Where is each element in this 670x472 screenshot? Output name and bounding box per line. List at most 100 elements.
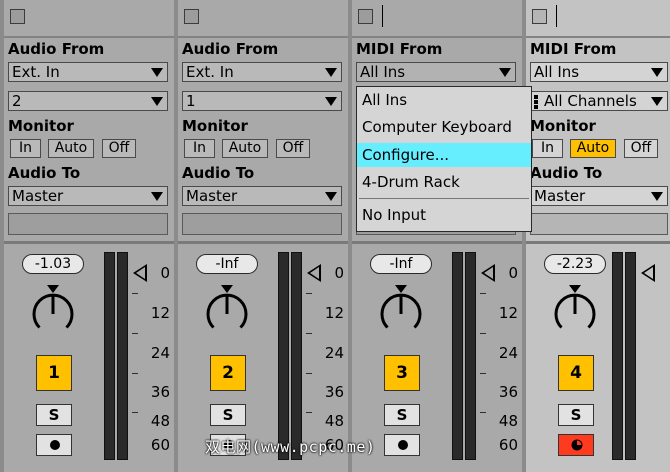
monitor-auto-button[interactable]: Auto <box>222 139 268 158</box>
track-activator-button[interactable]: 2 <box>210 355 246 391</box>
solo-button[interactable]: S <box>210 404 246 426</box>
menu-item-configure[interactable]: Configure... <box>357 143 531 167</box>
output-channel-field[interactable] <box>8 213 168 235</box>
scale-label: 12 <box>324 304 344 322</box>
level-meter-left <box>452 252 463 460</box>
input-channel-value: 2 <box>12 92 22 110</box>
menu-item-computer-keyboard[interactable]: Computer Keyboard <box>357 115 531 139</box>
input-channel-dropdown[interactable]: 2 <box>8 91 168 111</box>
level-meter-right <box>117 252 128 460</box>
track-activator-button[interactable]: 1 <box>36 355 72 391</box>
volume-field[interactable]: -Inf <box>370 254 432 274</box>
dropdown-arrow-icon <box>325 97 337 106</box>
scale-label: 24 <box>498 344 518 362</box>
input-type-dropdown[interactable]: Ext. In <box>182 62 342 82</box>
scale-label: 12 <box>498 304 518 322</box>
clip-stop-button[interactable] <box>184 9 199 24</box>
volume-field[interactable]: -2.23 <box>544 254 606 274</box>
input-type-value: All Ins <box>360 63 406 81</box>
monitor-in-button[interactable]: In <box>10 139 41 158</box>
volume-fader-icon[interactable] <box>133 264 147 282</box>
level-meter-left <box>278 252 289 460</box>
input-label: Audio From <box>182 40 279 58</box>
divider <box>382 5 383 27</box>
monitor-in-button[interactable]: In <box>184 139 215 158</box>
input-channel-dropdown[interactable]: All Channels <box>530 91 668 111</box>
scale-label: 36 <box>324 383 344 401</box>
input-type-value: Ext. In <box>12 63 60 81</box>
divider <box>352 241 522 244</box>
monitor-auto-button[interactable]: Auto <box>570 139 616 158</box>
output-dropdown[interactable]: Master <box>8 186 168 206</box>
track-4: MIDI From All Ins All Channels Monitor I… <box>526 0 670 472</box>
output-dropdown[interactable]: Master <box>182 186 342 206</box>
level-meter-right <box>291 252 302 460</box>
meter-tick <box>306 333 312 334</box>
scale-label: 48 <box>498 412 518 430</box>
input-type-dropdown[interactable]: Ext. In <box>8 62 168 82</box>
scale-label: 0 <box>334 264 344 282</box>
clip-stop-button[interactable] <box>10 9 25 24</box>
solo-button[interactable]: S <box>384 404 420 426</box>
input-type-dropdown[interactable]: All Ins <box>356 62 516 82</box>
arm-button[interactable] <box>558 434 594 456</box>
monitor-off-button[interactable]: Off <box>276 139 310 158</box>
track-activator-button[interactable]: 3 <box>384 355 420 391</box>
midi-from-menu: All Ins Computer Keyboard Configure... 4… <box>356 86 532 232</box>
meter-tick <box>132 373 138 374</box>
output-value: Master <box>12 187 64 205</box>
input-label: MIDI From <box>356 40 443 58</box>
menu-item-drum-rack[interactable]: 4-Drum Rack <box>357 170 531 194</box>
input-channel-dropdown[interactable]: 1 <box>182 91 342 111</box>
clip-slot-bar <box>352 0 522 38</box>
meter-tick <box>480 412 486 413</box>
input-type-value: All Ins <box>534 63 580 81</box>
volume-fader-icon[interactable] <box>307 264 321 282</box>
arm-button[interactable] <box>384 434 420 456</box>
monitor-off-button[interactable]: Off <box>624 139 658 158</box>
input-type-dropdown[interactable]: All Ins <box>530 62 668 82</box>
output-label: Audio To <box>530 164 603 182</box>
meter-tick <box>306 412 312 413</box>
divider <box>556 5 557 27</box>
clip-stop-button[interactable] <box>532 9 547 24</box>
monitor-label: Monitor <box>8 117 74 135</box>
pan-knob[interactable] <box>377 290 425 338</box>
track-2: Audio From Ext. In 1 Monitor In Auto Off… <box>178 0 348 472</box>
pan-knob[interactable] <box>551 290 599 338</box>
volume-fader-icon[interactable] <box>641 264 655 282</box>
output-channel-field[interactable] <box>530 213 668 235</box>
monitor-in-button[interactable]: In <box>532 139 563 158</box>
monitor-auto-button[interactable]: Auto <box>48 139 94 158</box>
output-channel-field[interactable] <box>182 213 342 235</box>
channel-icon <box>534 94 538 110</box>
volume-fader-icon[interactable] <box>481 264 495 282</box>
dropdown-arrow-icon <box>651 192 663 201</box>
volume-field[interactable]: -Inf <box>196 254 258 274</box>
arm-button[interactable] <box>36 434 72 456</box>
meter-tick <box>132 333 138 334</box>
level-meter-left <box>104 252 115 460</box>
volume-field[interactable]: -1.03 <box>22 254 84 274</box>
pan-knob[interactable] <box>29 290 77 338</box>
menu-item-no-input[interactable]: No Input <box>357 203 531 227</box>
output-dropdown[interactable]: Master <box>530 186 668 206</box>
scale-label: 36 <box>498 383 518 401</box>
track-3: MIDI From All Ins -Inf 3 S 0 12 24 36 48… <box>352 0 522 472</box>
solo-button[interactable]: S <box>36 404 72 426</box>
monitor-label: Monitor <box>182 117 248 135</box>
clip-slot-bar <box>178 0 348 38</box>
meter-tick <box>480 333 486 334</box>
output-value: Master <box>534 187 586 205</box>
clip-stop-button[interactable] <box>358 9 373 24</box>
menu-item-all-ins[interactable]: All Ins <box>357 88 531 112</box>
meter-tick <box>480 373 486 374</box>
monitor-off-button[interactable]: Off <box>102 139 136 158</box>
scale-label: 48 <box>150 412 170 430</box>
dropdown-arrow-icon <box>651 97 663 106</box>
solo-button[interactable]: S <box>558 404 594 426</box>
pan-knob[interactable] <box>203 290 251 338</box>
record-icon <box>50 440 60 450</box>
meter-tick <box>306 373 312 374</box>
track-activator-button[interactable]: 4 <box>558 355 594 391</box>
